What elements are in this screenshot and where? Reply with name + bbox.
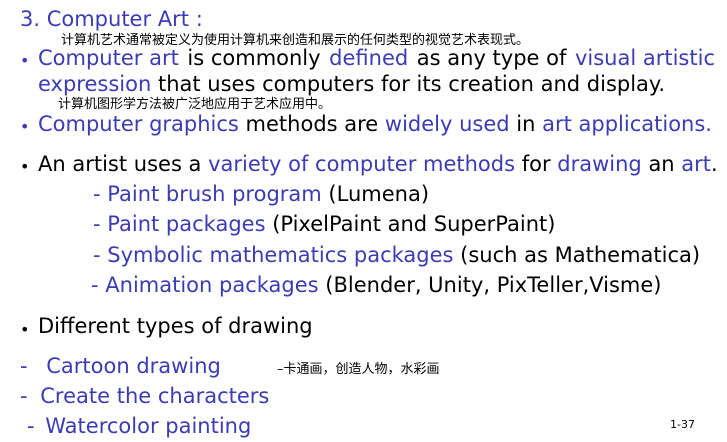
term-computer-art: Computer art xyxy=(38,46,179,70)
drawing-item-dash: - xyxy=(27,414,42,438)
term-drawing: drawing xyxy=(557,152,642,176)
drawing-item-watercolor: - Watercolor painting xyxy=(27,413,251,439)
bullet-computer-graphics: • xyxy=(20,117,30,136)
term-expression: expression xyxy=(38,72,152,96)
bullet2-line: Computer graphics methods are widely use… xyxy=(38,111,712,137)
sub-item-detail: (PixelPaint and SuperPaint) xyxy=(265,212,556,236)
bullet1-line1: Computer art is commonly defined as any … xyxy=(38,45,715,71)
term-defined: defined xyxy=(329,46,409,70)
sub-item-dash: - xyxy=(93,243,108,267)
term-art-applications: art applications. xyxy=(542,112,712,136)
sub-item-detail: (Blender, Unity, PixTeller,Visme) xyxy=(318,273,662,297)
page-number: 1-37 xyxy=(670,418,695,431)
text-for: for xyxy=(515,152,558,176)
drawing-item-cartoon: - Cartoon drawing xyxy=(20,353,221,379)
text-is-commonly: is commonly xyxy=(187,46,321,70)
bullet-artist: • xyxy=(20,157,30,176)
bullet1-line2: expression that uses computers for its c… xyxy=(38,71,665,97)
sub-item-detail: (Lumena) xyxy=(321,182,430,206)
sub-item-animation: - Animation packages (Blender, Unity, Pi… xyxy=(91,272,662,298)
term-visual-artistic: visual artistic xyxy=(574,46,715,70)
chinese-note-graphics: 计算机图形学方法被广泛地应用于艺术应用中。 xyxy=(58,97,332,112)
bullet-computer-art: • xyxy=(20,51,30,70)
sub-item-dash: - xyxy=(91,273,106,297)
sub-item-paint-brush: - Paint brush program (Lumena) xyxy=(93,181,429,207)
sub-item-symbolic-math: - Symbolic mathematics packages (such as… xyxy=(93,242,700,268)
slide-title: 3. Computer Art : xyxy=(20,7,203,31)
bullet4-text: Different types of drawing xyxy=(38,314,313,338)
term-paint-brush-program: Paint brush program xyxy=(107,182,322,206)
term-symbolic-math-packages: Symbolic mathematics packages xyxy=(107,243,454,267)
text-an-artist-uses: An artist uses a xyxy=(38,152,209,176)
slide: { "title": "3. Computer Art :", "cn_note… xyxy=(0,0,727,442)
drawing-item-dash: - xyxy=(20,354,35,378)
text-as-any-type: as any type of xyxy=(416,46,567,70)
drawing-item-characters: - Create the characters xyxy=(20,383,269,409)
text-uses-computers: that uses computers for its creation and… xyxy=(151,72,666,96)
text-methods-are: methods are xyxy=(238,112,385,136)
term-widely-used: widely used xyxy=(384,112,510,136)
term-variety-methods: variety of computer methods xyxy=(208,152,516,176)
text-period: . xyxy=(711,152,718,176)
text-an: an xyxy=(641,152,682,176)
sub-item-dash: - xyxy=(93,212,108,236)
drawing-item-label: Watercolor painting xyxy=(45,414,252,438)
sub-item-paint-packages: - Paint packages (PixelPaint and SuperPa… xyxy=(93,211,555,237)
drawing-item-label: Create the characters xyxy=(40,384,270,408)
text-in: in xyxy=(509,112,543,136)
drawing-item-label: Cartoon drawing xyxy=(46,354,221,378)
drawing-item-dash: - xyxy=(20,384,35,408)
term-computer-graphics: Computer graphics xyxy=(38,112,239,136)
term-animation-packages: Animation packages xyxy=(105,273,319,297)
term-art: art xyxy=(681,152,712,176)
chinese-note-drawing-types: –卡通画，创造人物，水彩画 xyxy=(277,362,440,377)
sub-item-detail: (such as Mathematica) xyxy=(453,243,701,267)
bullet-drawing-types: • xyxy=(20,320,30,339)
bullet3-line: An artist uses a variety of computer met… xyxy=(38,151,718,177)
term-paint-packages: Paint packages xyxy=(107,212,266,236)
sub-item-dash: - xyxy=(93,182,108,206)
